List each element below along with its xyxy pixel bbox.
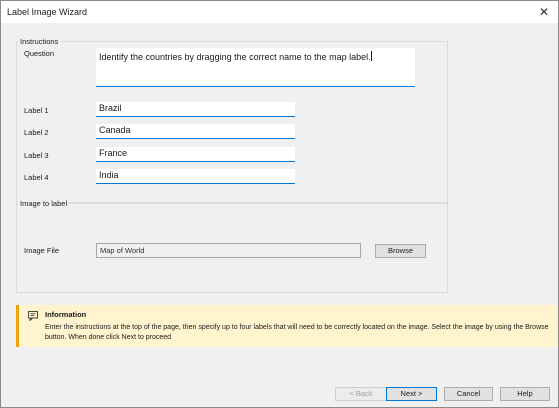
label-2-input[interactable]: Canada bbox=[96, 124, 295, 139]
title-bar: Label Image Wizard ✕ bbox=[1, 1, 558, 23]
label-3-input[interactable]: France bbox=[96, 147, 295, 162]
label-3-caption: Label 3 bbox=[24, 151, 49, 160]
image-file-label: Image File bbox=[24, 246, 60, 255]
window-title: Label Image Wizard bbox=[7, 7, 88, 17]
question-text: Identify the countries by dragging the c… bbox=[99, 52, 371, 62]
information-panel: Information Enter the instructions at th… bbox=[16, 305, 558, 347]
instructions-legend: Instructions bbox=[18, 37, 61, 46]
info-chat-icon bbox=[28, 311, 38, 321]
label-image-wizard-window: Label Image Wizard ✕ Instructions Questi… bbox=[0, 0, 559, 408]
information-body: Enter the instructions at the top of the… bbox=[45, 324, 549, 341]
text-caret bbox=[370, 51, 372, 61]
question-label: Question bbox=[24, 49, 55, 58]
label-1-caption: Label 1 bbox=[24, 106, 49, 115]
image-file-field[interactable]: Map of World bbox=[96, 243, 361, 258]
question-input[interactable]: Identify the countries by dragging the c… bbox=[96, 48, 415, 87]
label-4-input[interactable]: India bbox=[96, 169, 295, 184]
browse-button[interactable]: Browse bbox=[375, 244, 426, 258]
label-2-caption: Label 2 bbox=[24, 128, 49, 137]
information-title: Information bbox=[45, 310, 87, 319]
cancel-button[interactable]: Cancel bbox=[444, 387, 493, 401]
help-button[interactable]: Help bbox=[500, 387, 550, 401]
label-4-caption: Label 4 bbox=[24, 173, 49, 182]
close-icon: ✕ bbox=[538, 5, 550, 19]
next-button[interactable]: Next > bbox=[386, 387, 437, 401]
close-button[interactable]: ✕ bbox=[536, 4, 552, 20]
image-to-label-legend: Image to label bbox=[18, 199, 70, 208]
label-1-input[interactable]: Brazil bbox=[96, 102, 295, 117]
back-button[interactable]: < Back bbox=[335, 387, 387, 401]
